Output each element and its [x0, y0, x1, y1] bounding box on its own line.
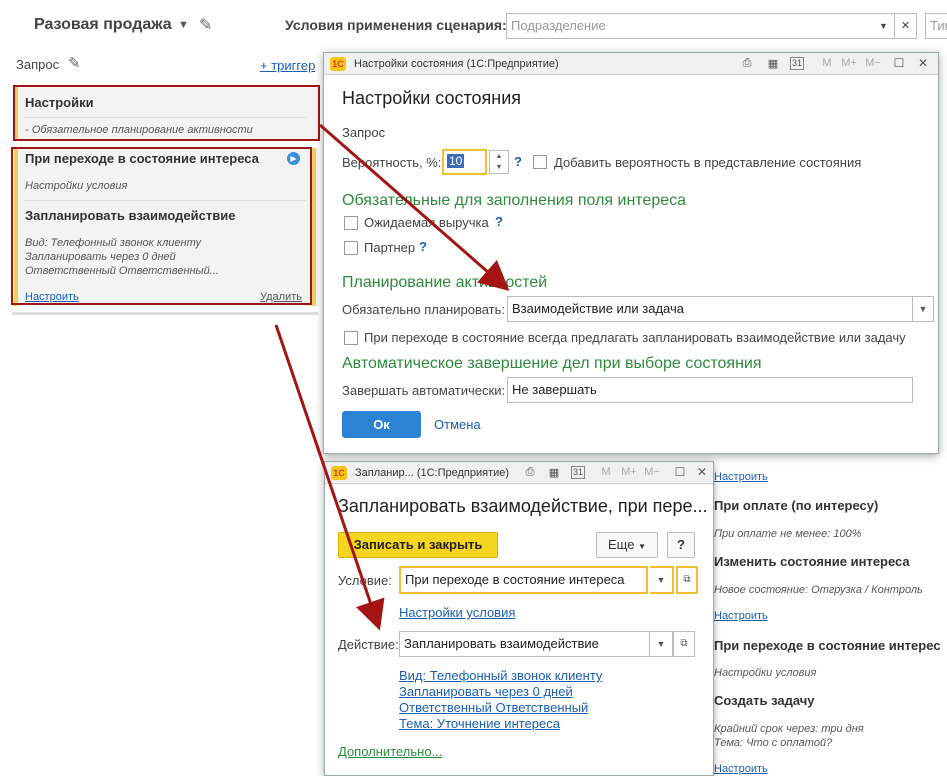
configure-link[interactable]: Настроить: [714, 610, 768, 622]
action-title: Изменить состояние интереса: [714, 554, 910, 569]
add-probability-label: Добавить вероятность в представление сос…: [554, 155, 862, 170]
annotation-box: [11, 147, 312, 305]
subject-link[interactable]: Тема: Уточнение интереса: [399, 716, 560, 731]
configure-link[interactable]: Настроить: [714, 763, 768, 775]
calendar-icon[interactable]: 31: [790, 57, 804, 70]
trigger-title: При оплате (по интересу): [714, 498, 879, 513]
table-icon[interactable]: ▦: [764, 57, 782, 70]
help-icon[interactable]: ?: [514, 154, 522, 169]
auto-complete-label: Завершать автоматически:: [342, 383, 506, 398]
state-name: Запрос: [16, 57, 60, 72]
divider: [12, 312, 318, 315]
more-button-label: Еще: [608, 537, 635, 552]
print-icon[interactable]: ⎙: [738, 57, 756, 70]
type-link[interactable]: Вид: Телефонный звонок клиенту: [399, 668, 602, 683]
window-heading: Запланировать взаимодействие, при пере..…: [338, 496, 708, 516]
maximize-icon[interactable]: ☐: [890, 56, 908, 70]
memory-plus-icon[interactable]: M+: [840, 57, 858, 69]
calendar-icon[interactable]: 31: [571, 466, 585, 479]
table-icon[interactable]: ▦: [545, 466, 563, 479]
trigger-title: При переходе в состояние интерес: [714, 638, 941, 653]
print-icon[interactable]: ⎙: [521, 466, 539, 479]
pencil-icon[interactable]: ✎: [199, 15, 212, 35]
chevron-down-icon[interactable]: ▼: [178, 19, 189, 31]
save-and-close-button[interactable]: Записать и закрыть: [338, 532, 498, 558]
window-titlebar: 1С Настройки состояния (1С:Предприятие) …: [324, 53, 938, 75]
section-planning-title: Планирование активностей: [342, 274, 548, 291]
always-offer-checkbox[interactable]: [344, 331, 358, 345]
trigger-note: Настройки условия: [714, 667, 817, 679]
more-button[interactable]: Еще ▼: [596, 532, 658, 558]
chevron-down-icon[interactable]: ▼: [912, 296, 934, 322]
close-icon[interactable]: ✕: [914, 56, 932, 70]
conditions-label: Условия применения сценария:: [285, 17, 507, 33]
must-plan-select[interactable]: Взаимодействие или задача: [507, 296, 913, 322]
action-label: Действие:: [338, 637, 399, 652]
probability-stepper[interactable]: ▲ ▼: [489, 150, 509, 174]
window-heading: Настройки состояния: [342, 88, 522, 108]
auto-complete-input[interactable]: Не завершать: [507, 377, 913, 403]
annotation-box: [13, 85, 320, 141]
subdivision-clear-button[interactable]: ✕: [895, 13, 917, 39]
memory-plus-icon[interactable]: M+: [620, 466, 638, 478]
scenario-title[interactable]: Разовая продажа: [34, 16, 172, 34]
memory-minus-icon[interactable]: M−: [643, 466, 661, 478]
probability-label: Вероятность, %:: [342, 155, 442, 170]
additional-link[interactable]: Дополнительно...: [338, 744, 442, 759]
memory-minus-icon[interactable]: M−: [864, 57, 882, 69]
ok-button[interactable]: Ок: [342, 411, 421, 438]
help-icon[interactable]: ?: [495, 214, 503, 229]
section-auto-title: Автоматическое завершение дел при выборе…: [342, 355, 762, 372]
chevron-down-icon: ▼: [638, 542, 646, 551]
schedule-link[interactable]: Запланировать через 0 дней: [399, 684, 573, 699]
state-settings-window: 1С Настройки состояния (1С:Предприятие) …: [323, 52, 939, 454]
action-note: Крайний срок через: три дня: [714, 723, 864, 735]
subdivision-dropdown-button[interactable]: ▼: [873, 13, 895, 39]
configure-link[interactable]: Настроить: [714, 471, 768, 483]
pencil-icon[interactable]: ✎: [68, 54, 81, 72]
chevron-down-icon[interactable]: ▼: [649, 631, 673, 657]
action-title: Создать задачу: [714, 693, 815, 708]
type-input[interactable]: Тип: [925, 13, 947, 39]
must-plan-label: Обязательно планировать:: [342, 302, 506, 317]
window-title: Запланир... (1С:Предприятие): [355, 467, 510, 479]
memory-m-icon[interactable]: M: [597, 466, 615, 478]
window-title: Настройки состояния (1С:Предприятие): [354, 58, 559, 70]
memory-m-icon[interactable]: M: [818, 57, 836, 69]
add-trigger-link[interactable]: + триггер: [260, 58, 315, 73]
close-icon[interactable]: ✕: [693, 465, 711, 479]
action-note: Новое состояние: Отгрузка / Контроль: [714, 584, 923, 596]
maximize-icon[interactable]: ☐: [671, 465, 689, 479]
condition-select[interactable]: При переходе в состояние интереса: [399, 566, 648, 594]
condition-settings-link[interactable]: Настройки условия: [399, 605, 515, 620]
plan-interaction-window: 1С Запланир... (1С:Предприятие) ⎙ ▦ 31 M…: [324, 461, 714, 776]
partner-label: Партнер: [364, 240, 416, 255]
logo-1c-icon: 1С: [330, 57, 346, 71]
subdivision-input[interactable]: Подразделение: [506, 13, 874, 39]
add-probability-checkbox[interactable]: [533, 155, 547, 169]
probability-input[interactable]: 10: [442, 149, 487, 175]
logo-1c-icon: 1С: [331, 466, 347, 480]
expected-revenue-label: Ожидаемая выручка: [364, 215, 489, 230]
window-titlebar: 1С Запланир... (1С:Предприятие) ⎙ ▦ 31 M…: [325, 462, 713, 484]
chevron-down-icon[interactable]: ▼: [650, 566, 674, 594]
action-select[interactable]: Запланировать взаимодействие: [399, 631, 650, 657]
always-offer-label: При переходе в состояние всегда предлага…: [364, 330, 906, 345]
help-button[interactable]: ?: [667, 532, 695, 558]
action-note: Тема: Что с оплатой?: [714, 737, 833, 749]
state-name: Запрос: [342, 125, 386, 140]
help-icon[interactable]: ?: [419, 239, 427, 254]
condition-label: Условие:: [338, 573, 392, 588]
trigger-note: При оплате не менее: 100%: [714, 528, 862, 540]
probability-value: 10: [447, 154, 465, 168]
highlight-bar: [312, 148, 316, 306]
open-icon[interactable]: ⧉: [676, 566, 698, 594]
section-required-title: Обязательные для заполнения поля интерес…: [342, 192, 687, 209]
cancel-link[interactable]: Отмена: [434, 417, 481, 432]
responsible-link[interactable]: Ответственный Ответственный: [399, 700, 588, 715]
open-icon[interactable]: ⧉: [673, 631, 695, 657]
partner-checkbox[interactable]: [344, 241, 358, 255]
expected-revenue-checkbox[interactable]: [344, 216, 358, 230]
